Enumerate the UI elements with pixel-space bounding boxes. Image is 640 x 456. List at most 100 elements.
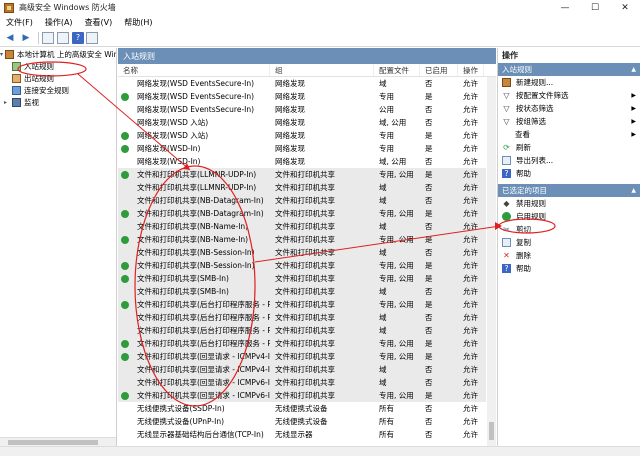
- action-item[interactable]: 导出列表...: [498, 154, 640, 167]
- table-row[interactable]: 网络发现(WSD-In) 网络发现 域, 公用 否 允许: [118, 155, 486, 168]
- rule-action: 允许: [463, 235, 478, 244]
- rule-name-cell: 文件和打印机共享(后台打印程序服务 - R...: [118, 312, 270, 323]
- rule-group: 无线便携式设备: [275, 404, 328, 413]
- filter-icon: ▽: [503, 91, 510, 100]
- table-row[interactable]: 文件和打印机共享(NB-Session-In) 文件和打印机共享 域 否 允许: [118, 246, 486, 259]
- column-header-group[interactable]: 组: [270, 64, 374, 76]
- inbound-actions-list: 新建规则... ▽ 按配置文件筛选 ▶ ▽ 按状态筛选 ▶ ▽ 按组筛选 ▶ 查看 ▶ ⟳ 刷新 导出列表.…: [498, 76, 640, 180]
- menu-view[interactable]: 查看(V): [79, 17, 119, 28]
- action-item[interactable]: ▽ 按状态筛选 ▶: [498, 102, 640, 115]
- table-row[interactable]: 网络发现(WSD 入站) 网络发现 域, 公用 否 允许: [118, 116, 486, 129]
- rule-name-cell: 网络发现(WSD 入站): [118, 117, 270, 128]
- table-row[interactable]: 文件和打印机共享(NB-Session-In) 文件和打印机共享 专用, 公用 是 允许: [118, 259, 486, 272]
- back-arrow-icon[interactable]: ◀: [3, 31, 17, 45]
- action-item[interactable]: ⟳ 刷新: [498, 141, 640, 154]
- table-row[interactable]: 文件和打印机共享(SMB-In) 文件和打印机共享 专用, 公用 是 允许: [118, 272, 486, 285]
- scrollbar-thumb[interactable]: [8, 440, 98, 445]
- rule-profile: 域: [379, 326, 387, 335]
- tree-item-connection-security[interactable]: 连接安全规则: [0, 84, 116, 96]
- help-icon: ?: [502, 264, 511, 273]
- action-item[interactable]: ? 帮助: [498, 262, 640, 275]
- rule-name-cell: 文件和打印机共享(NB-Name-In): [118, 234, 270, 245]
- tree-item-monitoring[interactable]: ▸ 监视: [0, 96, 116, 108]
- properties-icon[interactable]: [57, 31, 69, 44]
- console-tree-icon[interactable]: [42, 31, 54, 44]
- tree-item-inbound[interactable]: 入站规则: [0, 60, 116, 72]
- disabled-blank-icon: [121, 223, 129, 231]
- table-row[interactable]: 文件和打印机共享(NB-Datagram-In) 文件和打印机共享 域 否 允许: [118, 194, 486, 207]
- close-button[interactable]: ✕: [610, 0, 640, 15]
- collapse-icon[interactable]: ▾: [0, 51, 3, 58]
- table-row[interactable]: 文件和打印机共享(后台打印程序服务 - R... 文件和打印机共享 专用, 公用 是 允…: [118, 298, 486, 311]
- table-row[interactable]: 无线显示器基础结构后台通信(TCP-In) 无线显示器 所有 否 允许: [118, 428, 486, 441]
- action-item[interactable]: 新建规则...: [498, 76, 640, 89]
- table-row[interactable]: 无线便携式设备(SSDP-In) 无线便携式设备 所有 否 允许: [118, 402, 486, 415]
- action-label: 启用规则: [516, 212, 546, 221]
- help-icon[interactable]: ?: [72, 31, 84, 44]
- table-row[interactable]: 网络发现(WSD EventsSecure-In) 网络发现 公用 否 允许: [118, 103, 486, 116]
- rule-name-cell: 网络发现(WSD-In): [118, 143, 270, 154]
- column-header-name[interactable]: 名称: [118, 64, 270, 76]
- scrollbar-thumb[interactable]: [489, 422, 494, 440]
- rules-vertical-scrollbar[interactable]: [487, 77, 496, 446]
- table-row[interactable]: 网络发现(WSD EventsSecure-In) 网络发现 域 否 允许: [118, 77, 486, 90]
- table-row[interactable]: 文件和打印机共享(回显请求 - ICMPv6-In) 文件和打印机共享 专用, 公用…: [118, 389, 486, 402]
- action-item[interactable]: ▽ 按组筛选 ▶: [498, 115, 640, 128]
- rule-enabled: 否: [425, 287, 433, 296]
- table-row[interactable]: 文件和打印机共享(LLMNR-UDP-In) 文件和打印机共享 域 否 允许: [118, 181, 486, 194]
- column-header-action[interactable]: 操作: [458, 64, 484, 76]
- table-row[interactable]: 文件和打印机共享(后台打印程序服务 - R... 文件和打印机共享 域 否 允许: [118, 324, 486, 337]
- menu-file[interactable]: 文件(F): [0, 17, 39, 28]
- show-action-pane-icon[interactable]: [86, 31, 98, 44]
- disabled-blank-icon: [121, 405, 129, 413]
- expand-icon[interactable]: ▸: [4, 99, 10, 106]
- table-row[interactable]: 网络发现(WSD 入站) 网络发现 专用 是 允许: [118, 129, 486, 142]
- copy-icon: [502, 238, 511, 247]
- table-row[interactable]: 文件和打印机共享(后台打印程序服务 - R... 文件和打印机共享 域 否 允许: [118, 311, 486, 324]
- column-header-profile[interactable]: 配置文件: [374, 64, 420, 76]
- action-item[interactable]: 查看 ▶: [498, 128, 640, 141]
- tree-item-outbound[interactable]: 出站规则: [0, 72, 116, 84]
- table-row[interactable]: 文件和打印机共享(回显请求 - ICMPv4-In) 文件和打印机共享 专用, 公用…: [118, 350, 486, 363]
- table-row[interactable]: 文件和打印机共享(NB-Name-In) 文件和打印机共享 专用, 公用 是 允许: [118, 233, 486, 246]
- collapse-caret-icon[interactable]: ▲: [631, 66, 636, 73]
- action-item[interactable]: ✂ 剪切: [498, 223, 640, 236]
- menu-help[interactable]: 帮助(H): [118, 17, 158, 28]
- action-item[interactable]: ? 帮助: [498, 167, 640, 180]
- tree-root[interactable]: ▾ 本地计算机 上的高级安全 Windows: [0, 48, 116, 60]
- column-header-enabled[interactable]: 已启用: [420, 64, 458, 76]
- minimize-button[interactable]: —: [550, 0, 580, 15]
- tree-item-inbound-label: 入站规则: [24, 61, 54, 71]
- tree-item-outbound-label: 出站规则: [24, 73, 54, 83]
- rule-profile: 所有: [379, 417, 394, 426]
- action-item[interactable]: 启用规则: [498, 210, 640, 223]
- table-row[interactable]: 文件和打印机共享(NB-Datagram-In) 文件和打印机共享 专用, 公用 是 允…: [118, 207, 486, 220]
- rule-group: 文件和打印机共享: [275, 313, 335, 322]
- enable-icon: [502, 212, 511, 221]
- action-item[interactable]: 复制: [498, 236, 640, 249]
- table-row[interactable]: 文件和打印机共享(LLMNR-UDP-In) 文件和打印机共享 专用, 公用 是 允许: [118, 168, 486, 181]
- rule-name: 网络发现(WSD 入站): [137, 131, 209, 140]
- table-row[interactable]: 文件和打印机共享(NB-Name-In) 文件和打印机共享 域 否 允许: [118, 220, 486, 233]
- menu-action[interactable]: 操作(A): [39, 17, 79, 28]
- table-row[interactable]: 文件和打印机共享(回显请求 - ICMPv4-In) 文件和打印机共享 域 否 允许: [118, 363, 486, 376]
- actions-section-selected[interactable]: 已选定的项目 ▲: [498, 184, 640, 197]
- action-item[interactable]: ◆ 禁用规则: [498, 197, 640, 210]
- maximize-button[interactable]: ☐: [580, 0, 610, 15]
- table-row[interactable]: 文件和打印机共享(后台打印程序服务 - R... 文件和打印机共享 专用, 公用 是 允…: [118, 337, 486, 350]
- table-row[interactable]: 网络发现(WSD EventsSecure-In) 网络发现 专用 是 允许: [118, 90, 486, 103]
- tree-horizontal-scrollbar[interactable]: [0, 437, 116, 446]
- action-item[interactable]: ✕ 删除: [498, 249, 640, 262]
- rule-group: 文件和打印机共享: [275, 300, 335, 309]
- table-row[interactable]: 文件和打印机共享(回显请求 - ICMPv6-In) 文件和打印机共享 域 否 允许: [118, 376, 486, 389]
- forward-arrow-icon[interactable]: ▶: [19, 31, 33, 45]
- action-item[interactable]: ▽ 按配置文件筛选 ▶: [498, 89, 640, 102]
- rule-name: 文件和打印机共享(后台打印程序服务 - R...: [137, 326, 270, 335]
- collapse-caret-icon[interactable]: ▲: [631, 187, 636, 194]
- table-row[interactable]: 文件和打印机共享(SMB-In) 文件和打印机共享 域 否 允许: [118, 285, 486, 298]
- actions-section-inbound[interactable]: 入站规则 ▲: [498, 63, 640, 76]
- rule-enabled: 否: [425, 404, 433, 413]
- table-row[interactable]: 无线便携式设备(UPnP-In) 无线便携式设备 所有 否 允许: [118, 415, 486, 428]
- disabled-blank-icon: [121, 249, 129, 257]
- table-row[interactable]: 网络发现(WSD-In) 网络发现 专用 是 允许: [118, 142, 486, 155]
